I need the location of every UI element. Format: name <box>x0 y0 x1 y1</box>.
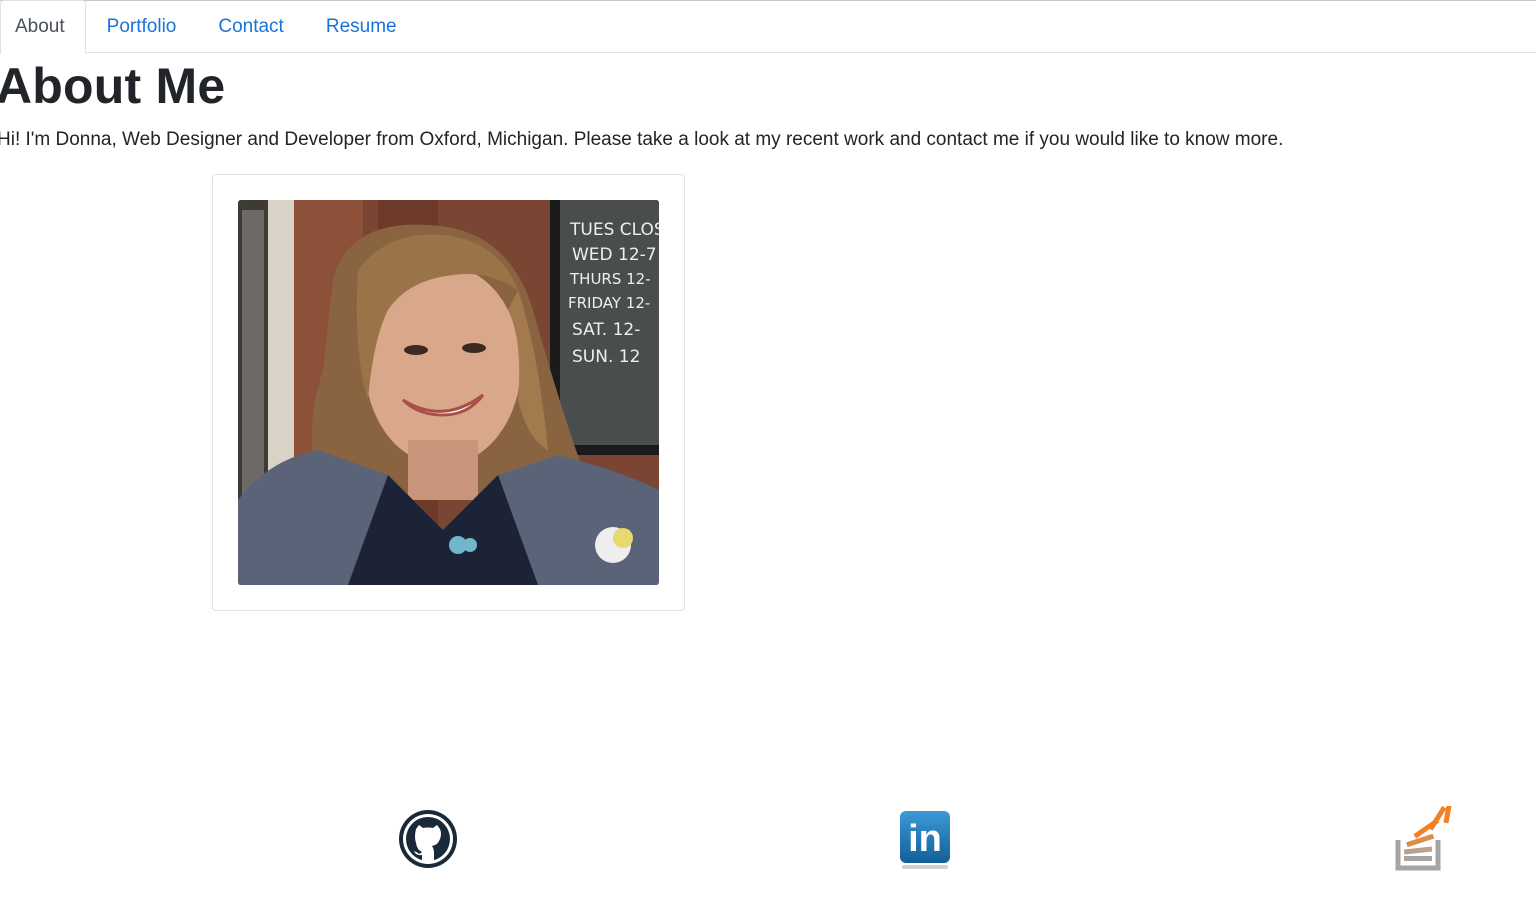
chalkboard-line-6: SUN. 12 <box>572 347 640 367</box>
nav-tabs: About Portfolio Contact Resume <box>0 0 1536 54</box>
linkedin-icon: in <box>900 811 950 869</box>
tab-resume[interactable]: Resume <box>305 1 418 52</box>
photo-card: TUES CLOS WED 12-7 THURS 12- FRIDAY 12- … <box>212 174 685 611</box>
github-link[interactable] <box>396 806 460 872</box>
profile-photo: TUES CLOS WED 12-7 THURS 12- FRIDAY 12- … <box>238 200 659 585</box>
chalkboard-line-2: WED 12-7 <box>572 245 657 265</box>
stackoverflow-link[interactable] <box>1390 806 1454 872</box>
chalkboard-line-4: FRIDAY 12- <box>568 294 650 312</box>
tab-contact[interactable]: Contact <box>197 1 304 52</box>
chalkboard-line-3: THURS 12- <box>569 270 651 288</box>
github-icon <box>399 810 457 868</box>
linkedin-label: in <box>908 818 942 860</box>
stackoverflow-icon <box>1395 806 1452 871</box>
intro-text: Hi! I'm Donna, Web Designer and Develope… <box>0 129 1284 150</box>
linkedin-link[interactable]: in <box>893 806 957 872</box>
tab-about[interactable]: About <box>0 0 86 54</box>
chalkboard-line-5: SAT. 12- <box>572 320 640 340</box>
page-title: About Me <box>0 58 226 114</box>
chalkboard-line-1: TUES CLOS <box>569 220 659 240</box>
tab-portfolio[interactable]: Portfolio <box>86 1 198 52</box>
